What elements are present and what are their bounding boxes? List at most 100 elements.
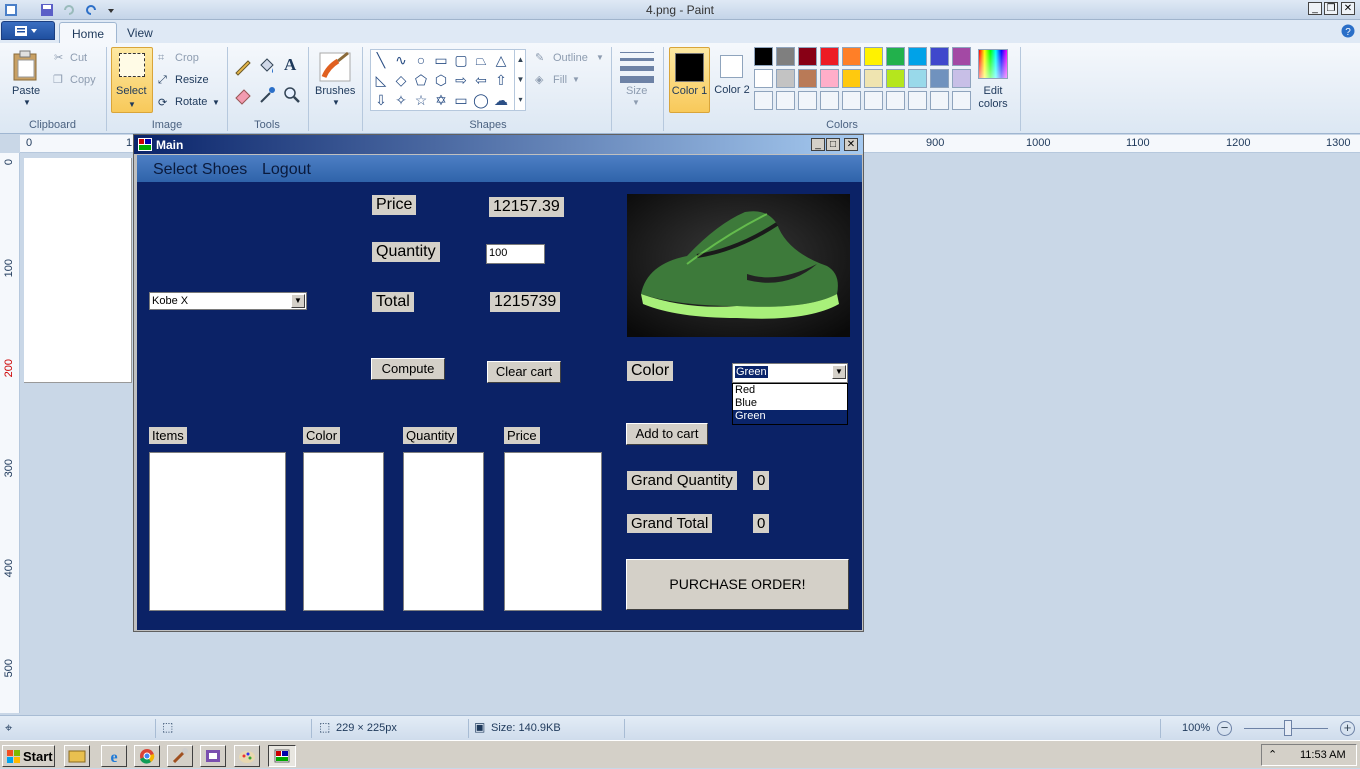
brushes-dropdown-icon[interactable]: ▼: [332, 98, 340, 107]
custom-color-swatch[interactable]: [820, 91, 839, 110]
quantity-input[interactable]: 100: [486, 244, 545, 264]
color-option[interactable]: Green: [733, 410, 847, 424]
custom-color-swatch[interactable]: [776, 91, 795, 110]
right-arrow-shape-icon[interactable]: ⇨: [452, 71, 470, 89]
start-button[interactable]: Start: [2, 745, 55, 767]
menu-logout[interactable]: Logout: [262, 161, 311, 179]
brushes-icon[interactable]: [318, 49, 352, 83]
color-swatch[interactable]: [776, 69, 795, 88]
size-label[interactable]: Size: [626, 85, 647, 97]
triangle-shape-icon[interactable]: △: [492, 51, 510, 69]
tray-expand-icon[interactable]: ⌃: [1268, 748, 1277, 761]
quantity-list[interactable]: [403, 452, 484, 611]
main-form-taskbar-icon[interactable]: [268, 745, 296, 767]
tools-taskbar-icon[interactable]: [167, 745, 193, 767]
right-triangle-shape-icon[interactable]: ◺: [372, 71, 390, 89]
resize-button[interactable]: Resize: [175, 74, 209, 86]
fill-dropdown-icon[interactable]: ▼: [572, 75, 580, 84]
form-minimize-button[interactable]: _: [811, 138, 825, 151]
color-swatch[interactable]: [820, 69, 839, 88]
left-arrow-shape-icon[interactable]: ⇦: [472, 71, 490, 89]
rounded-rectangle-shape-icon[interactable]: ▢: [452, 51, 470, 69]
edit-colors-icon[interactable]: [978, 49, 1008, 79]
form-close-button[interactable]: ✕: [844, 138, 858, 151]
color-swatch[interactable]: [886, 47, 905, 66]
form-maximize-button[interactable]: □: [826, 138, 840, 151]
color-select[interactable]: Green ▼: [732, 363, 848, 383]
crop-button[interactable]: Crop: [175, 52, 199, 64]
color-swatch[interactable]: [930, 47, 949, 66]
custom-color-swatch[interactable]: [886, 91, 905, 110]
select-button[interactable]: Select ▼: [111, 47, 153, 113]
color-swatch[interactable]: [776, 47, 795, 66]
six-point-star-shape-icon[interactable]: ✡: [432, 91, 450, 109]
edit-colors-button[interactable]: Edit colors: [972, 85, 1014, 111]
close-button[interactable]: ✕: [1341, 2, 1355, 15]
shapes-gallery[interactable]: ╲ ∿ ○ ▭ ▢ ⏢ △ ◺ ◇ ⬠ ⬡ ⇨ ⇦ ⇧ ⇩ ✧ ☆ ✡ ▭ ◯ …: [370, 49, 526, 111]
color-swatch[interactable]: [952, 47, 971, 66]
file-explorer-taskbar-icon[interactable]: [64, 745, 90, 767]
clear-cart-button[interactable]: Clear cart: [487, 361, 561, 383]
color-swatch[interactable]: [842, 69, 861, 88]
color2-button[interactable]: Color 2: [712, 47, 752, 113]
rect-callout-shape-icon[interactable]: ▭: [452, 91, 470, 109]
rectangle-shape-icon[interactable]: ▭: [432, 51, 450, 69]
custom-color-swatch[interactable]: [754, 91, 773, 110]
color-picker-icon[interactable]: [257, 85, 277, 105]
color-swatch[interactable]: [864, 69, 883, 88]
oval-callout-shape-icon[interactable]: ◯: [472, 91, 490, 109]
down-arrow-shape-icon[interactable]: ⇩: [372, 91, 390, 109]
shapes-scroll[interactable]: ▲ ▼ ▾: [514, 50, 526, 110]
color-option[interactable]: Red: [733, 384, 847, 397]
color1-button[interactable]: Color 1: [669, 47, 710, 113]
text-tool-icon[interactable]: A: [284, 55, 296, 75]
maximize-button[interactable]: ❐: [1324, 2, 1338, 15]
zoom-out-button[interactable]: −: [1217, 721, 1232, 736]
color-swatch[interactable]: [754, 69, 773, 88]
rotate-button[interactable]: Rotate: [175, 96, 207, 108]
drawing-canvas[interactable]: [24, 158, 132, 383]
color-swatch[interactable]: [908, 69, 927, 88]
internet-explorer-taskbar-icon[interactable]: e: [101, 745, 127, 767]
add-to-cart-button[interactable]: Add to cart: [626, 423, 708, 445]
cloud-callout-shape-icon[interactable]: ☁: [492, 91, 510, 109]
items-list[interactable]: [149, 452, 286, 611]
custom-color-swatch[interactable]: [930, 91, 949, 110]
custom-color-swatch[interactable]: [864, 91, 883, 110]
line-shape-icon[interactable]: ╲: [372, 51, 390, 69]
cut-button[interactable]: Cut: [70, 52, 87, 64]
custom-color-swatch[interactable]: [842, 91, 861, 110]
pentagon-shape-icon[interactable]: ⬠: [412, 71, 430, 89]
size-dropdown-icon[interactable]: ▼: [632, 98, 640, 107]
color-swatch[interactable]: [908, 47, 927, 66]
paste-dropdown-icon[interactable]: ▼: [23, 98, 31, 107]
color-swatch[interactable]: [820, 47, 839, 66]
oval-shape-icon[interactable]: ○: [412, 51, 430, 69]
compute-button[interactable]: Compute: [371, 358, 445, 380]
paint-menu-button[interactable]: [1, 21, 55, 40]
magnifier-icon[interactable]: [282, 85, 302, 105]
polygon-shape-icon[interactable]: ⏢: [472, 51, 490, 69]
fill-bucket-icon[interactable]: [257, 56, 277, 76]
zoom-in-button[interactable]: +: [1340, 721, 1355, 736]
menu-select-shoes[interactable]: Select Shoes: [153, 161, 247, 179]
paste-label[interactable]: Paste: [12, 85, 40, 97]
color-swatch[interactable]: [798, 47, 817, 66]
color-swatch[interactable]: [952, 69, 971, 88]
color-swatch[interactable]: [930, 69, 949, 88]
hexagon-shape-icon[interactable]: ⬡: [432, 71, 450, 89]
price-list[interactable]: [504, 452, 602, 611]
custom-color-swatch[interactable]: [952, 91, 971, 110]
eraser-icon[interactable]: [233, 85, 253, 105]
color-swatch[interactable]: [842, 47, 861, 66]
color-swatch[interactable]: [754, 47, 773, 66]
four-point-star-shape-icon[interactable]: ✧: [392, 91, 410, 109]
tab-view[interactable]: View: [115, 22, 165, 43]
zoom-slider-thumb[interactable]: [1284, 720, 1292, 736]
outline-button[interactable]: Outline: [553, 52, 588, 64]
color-list[interactable]: [303, 452, 384, 611]
diamond-shape-icon[interactable]: ◇: [392, 71, 410, 89]
minimize-button[interactable]: _: [1308, 2, 1322, 15]
paint-taskbar-icon[interactable]: [234, 745, 260, 767]
size-icon[interactable]: [620, 52, 654, 83]
